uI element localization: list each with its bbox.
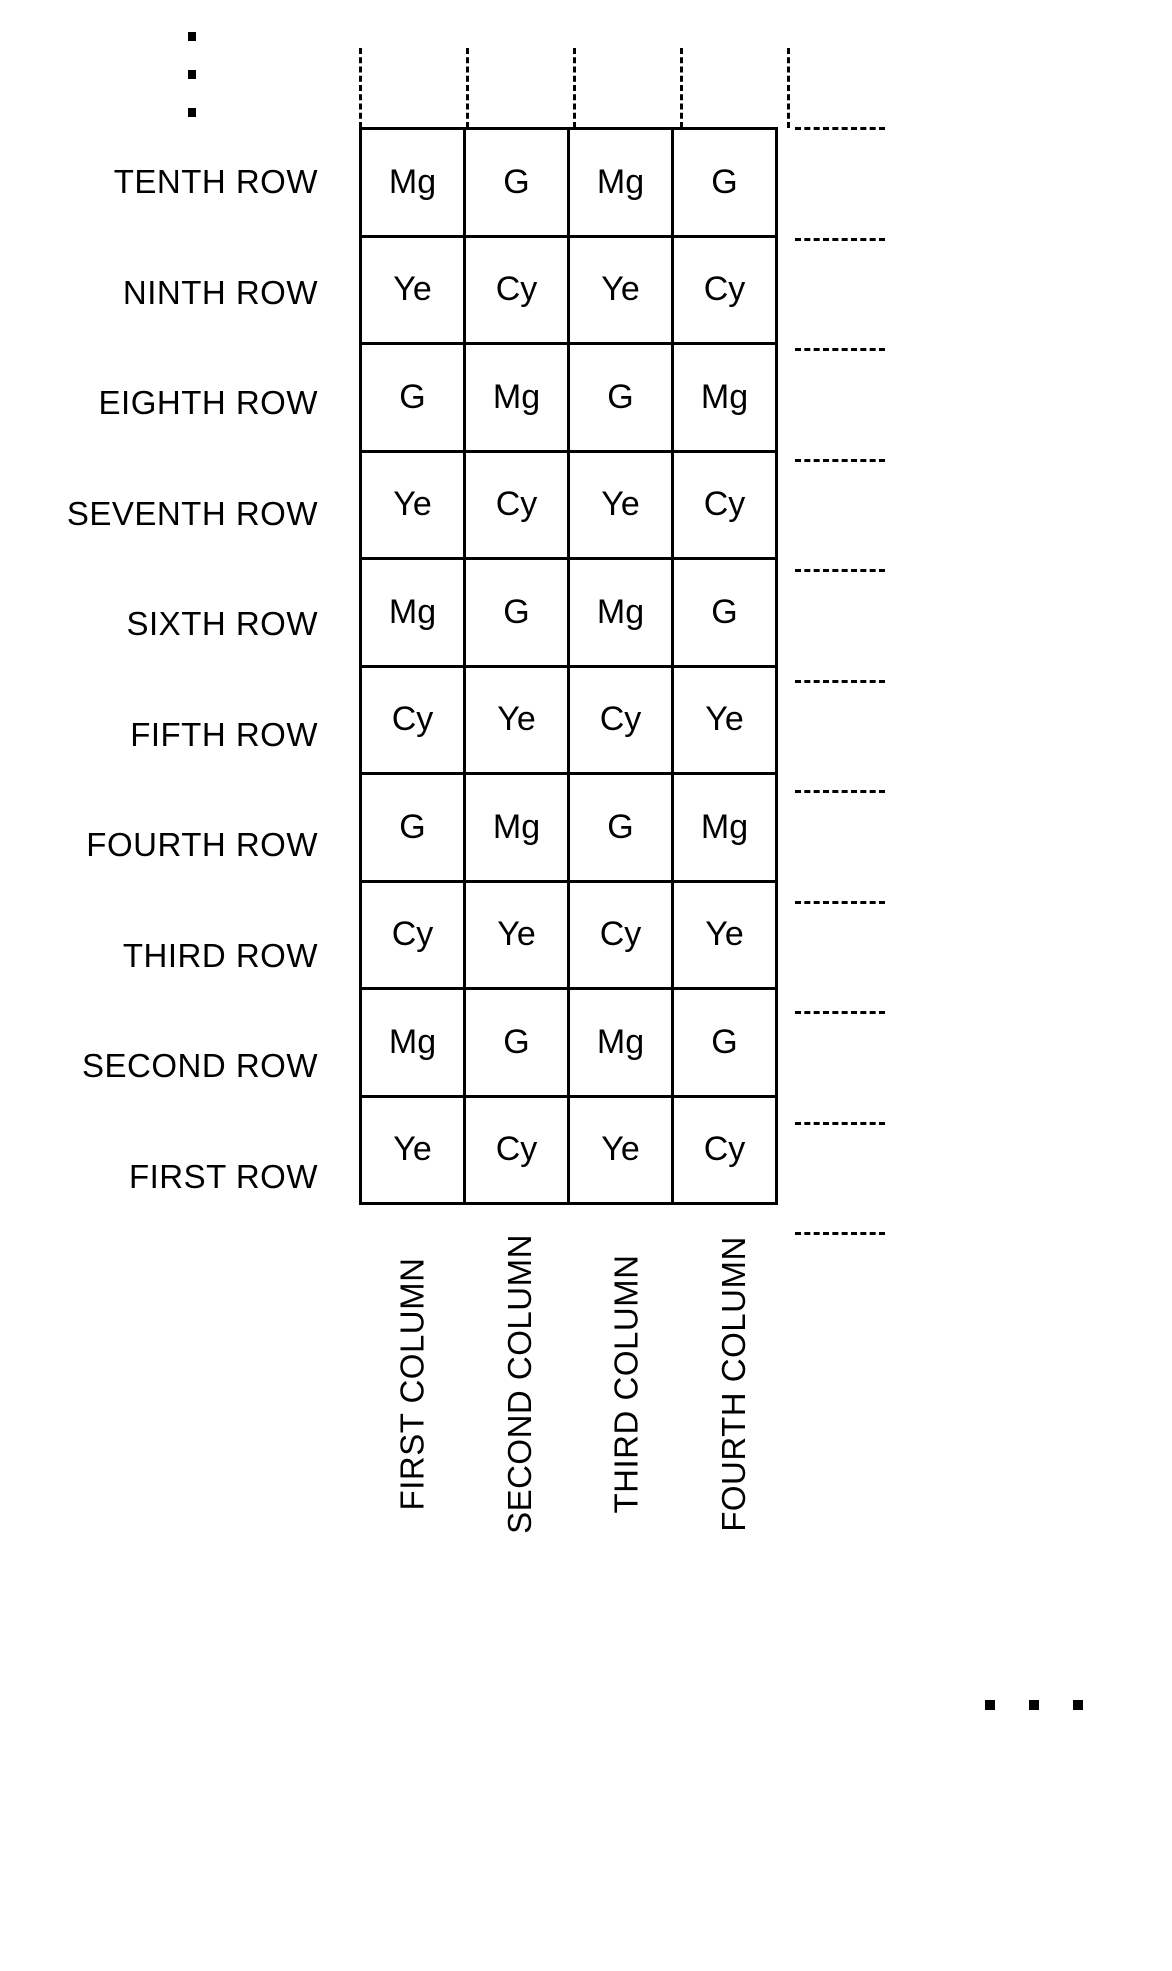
ellipsis-dot [188, 32, 196, 41]
ellipsis-dot [1029, 1700, 1039, 1710]
ellipsis-dot [985, 1700, 995, 1710]
grid-cell: G [674, 560, 778, 668]
grid-cell: Mg [466, 345, 570, 453]
table-row: G Mg G Mg [362, 345, 778, 453]
column-label: SECOND COLUMN [466, 1190, 573, 1590]
dashed-row-guide-1 [795, 237, 885, 241]
dashed-row-guide-9 [795, 1121, 885, 1125]
dashed-column-guide-2 [466, 48, 469, 128]
grid-cell: Mg [466, 775, 570, 883]
dashed-row-guide-4 [795, 569, 885, 572]
grid-cell: G [466, 990, 570, 1098]
table-row: Mg G Mg G [362, 990, 778, 1098]
grid-cell: Cy [674, 237, 778, 345]
ellipsis-dot [188, 70, 196, 79]
table-row: Ye Cy Ye Cy [362, 1097, 778, 1205]
dashed-column-guide-3 [573, 48, 576, 128]
row-label: THIRD ROW [122, 936, 318, 974]
dashed-row-guide-10 [795, 1232, 885, 1235]
dashed-column-guide-1 [359, 48, 362, 128]
row-label-column: TENTH ROW NINTH ROW EIGHTH ROW SEVENTH R… [0, 127, 340, 1232]
row-label: SIXTH ROW [126, 605, 318, 642]
vertical-ellipsis-icon [188, 32, 218, 132]
grid-cell: Ye [674, 882, 778, 990]
grid-cell: Mg [570, 560, 674, 668]
row-label: NINTH ROW [122, 273, 318, 311]
table-row: Cy Ye Cy Ye [362, 667, 778, 775]
grid-cell: Mg [362, 130, 466, 238]
grid-cell: Mg [674, 775, 778, 883]
grid-cell: G [362, 775, 466, 883]
dashed-row-guide-7 [795, 900, 885, 904]
color-filter-grid: Mg G Mg G Ye Cy Ye Cy G Mg G Mg Ye Cy Ye… [359, 127, 778, 1205]
grid-cell: Cy [362, 882, 466, 990]
dashed-row-guide-2 [795, 348, 885, 351]
grid-cell: Cy [674, 452, 778, 560]
dashed-row-guide-0 [795, 127, 885, 130]
grid-cell: G [674, 130, 778, 238]
dashed-row-guide-3 [795, 458, 885, 462]
grid-cell: Cy [466, 452, 570, 560]
grid-cell: G [466, 560, 570, 668]
column-label: FOURTH COLUMN [680, 1190, 787, 1590]
row-label: SEVENTH ROW [66, 494, 318, 532]
grid-cell: Ye [674, 667, 778, 775]
row-label: EIGHTH ROW [98, 384, 318, 421]
grid-cell: Mg [570, 990, 674, 1098]
grid-cell: Ye [362, 452, 466, 560]
table-row: Ye Cy Ye Cy [362, 452, 778, 560]
ellipsis-dot [1073, 1700, 1083, 1710]
dashed-row-guide-5 [795, 679, 885, 683]
ellipsis-dot [188, 108, 196, 117]
table-row: Mg G Mg G [362, 130, 778, 238]
table-row: Mg G Mg G [362, 560, 778, 668]
row-label: FOURTH ROW [86, 826, 318, 863]
row-label: FIRST ROW [128, 1157, 318, 1195]
grid-cell: Cy [362, 667, 466, 775]
column-label-text: FIRST COLUMN [393, 1257, 431, 1511]
grid-cell: Mg [362, 990, 466, 1098]
grid-cell: Ye [362, 237, 466, 345]
row-label: SECOND ROW [82, 1047, 318, 1084]
grid-cell: Mg [362, 560, 466, 668]
grid-cell: Cy [570, 882, 674, 990]
grid-cell: Cy [570, 667, 674, 775]
column-label: THIRD COLUMN [573, 1190, 680, 1590]
grid-cell: Mg [674, 345, 778, 453]
column-label-text: THIRD COLUMN [607, 1254, 645, 1514]
grid-cell: Ye [466, 882, 570, 990]
column-label-text: SECOND COLUMN [500, 1234, 538, 1534]
grid-cell: Cy [674, 1097, 778, 1205]
grid-cell: Mg [570, 130, 674, 238]
grid-cell: Cy [466, 237, 570, 345]
grid-cell: Ye [570, 237, 674, 345]
dashed-column-guide-5 [787, 48, 790, 128]
column-label-text: FOURTH COLUMN [714, 1236, 752, 1532]
grid-cell: Cy [466, 1097, 570, 1205]
column-label: FIRST COLUMN [359, 1190, 466, 1590]
grid-cell: Ye [362, 1097, 466, 1205]
grid-cell: Ye [570, 1097, 674, 1205]
grid-cell: G [570, 775, 674, 883]
row-label: TENTH ROW [113, 163, 318, 200]
dashed-column-guide-4 [680, 48, 683, 128]
grid-cell: Ye [570, 452, 674, 560]
row-label: FIFTH ROW [130, 715, 318, 753]
grid-cell: G [570, 345, 674, 453]
grid-cell: G [674, 990, 778, 1098]
table-row: G Mg G Mg [362, 775, 778, 883]
table-row: Cy Ye Cy Ye [362, 882, 778, 990]
dashed-row-guide-6 [795, 790, 885, 793]
grid-cell: G [362, 345, 466, 453]
grid-cell: G [466, 130, 570, 238]
horizontal-ellipsis-icon [985, 1700, 1105, 1716]
dashed-row-guide-8 [795, 1011, 885, 1014]
column-label-row: FIRST COLUMN SECOND COLUMN THIRD COLUMN … [359, 1190, 799, 1610]
table-row: Ye Cy Ye Cy [362, 237, 778, 345]
grid-cell: Ye [466, 667, 570, 775]
